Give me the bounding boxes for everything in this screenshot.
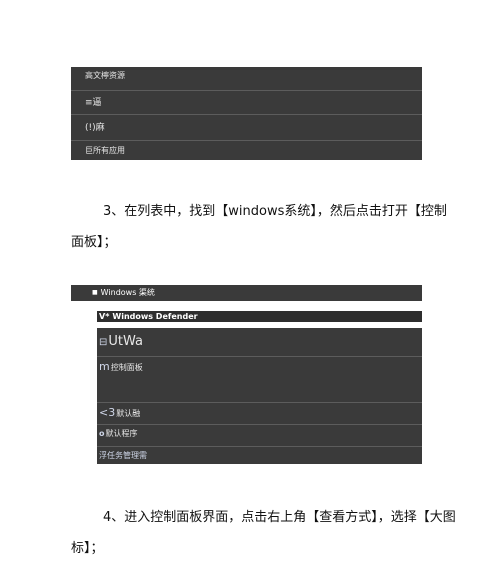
divider (97, 402, 422, 403)
control-panel-icon: m (99, 360, 110, 373)
defender-label: Windows Defender (112, 312, 198, 321)
folder-bullet-icon: ■ (92, 289, 98, 296)
list-item[interactable]: 高文檸资源 (85, 70, 436, 81)
step4-line1: 4、进入控制面板界面，点击右上角【查看方式】，选择【大图 (103, 510, 456, 525)
list-item[interactable]: (!)麻 (85, 120, 436, 133)
step4-line2: 标】； (71, 541, 104, 556)
item-label: 默认融 (116, 409, 141, 418)
step3-line2: 面板】； (71, 235, 117, 250)
defender-icon: V* (99, 312, 110, 321)
windows-system-folder[interactable]: ■ Windows 渠统 (71, 285, 422, 301)
list-item[interactable]: 巨所有应用 (85, 145, 436, 156)
divider (71, 114, 422, 115)
list-item[interactable]: o默认程序 (99, 428, 138, 439)
divider (97, 356, 422, 357)
folder-label: Windows 渠统 (100, 288, 155, 297)
item-label: 默认程序 (105, 429, 138, 438)
item-icon: <3 (99, 406, 116, 419)
divider (71, 90, 422, 91)
item-label: 浮任务管理需 (99, 451, 147, 460)
list-item[interactable]: 浮任务管理需 (99, 450, 147, 461)
divider (71, 140, 422, 141)
list-item[interactable]: ≡逼 (85, 95, 436, 108)
step3-line1: 3、在列表中，找到【windows系统】，然后点击打开【控制 (103, 204, 447, 219)
list-item[interactable]: ⊟UtWa (99, 334, 143, 349)
divider (97, 446, 422, 447)
item-label: UtWa (108, 334, 143, 349)
item-label: 控制面板 (110, 363, 143, 372)
list-item[interactable]: <3默认融 (99, 406, 140, 419)
default-programs-icon: o (99, 429, 105, 438)
app-list-screenshot: 高文檸资源 ≡逼 (!)麻 巨所有应用 (71, 67, 422, 160)
windows-system-list: ⊟UtWa m控制面板 <3默认融 o默认程序 浮任务管理需 (97, 328, 422, 464)
divider (97, 424, 422, 425)
item-icon: ⊟ (99, 337, 108, 348)
list-item[interactable]: m控制面板 (99, 360, 143, 373)
windows-defender-item[interactable]: V* Windows Defender (97, 311, 422, 322)
